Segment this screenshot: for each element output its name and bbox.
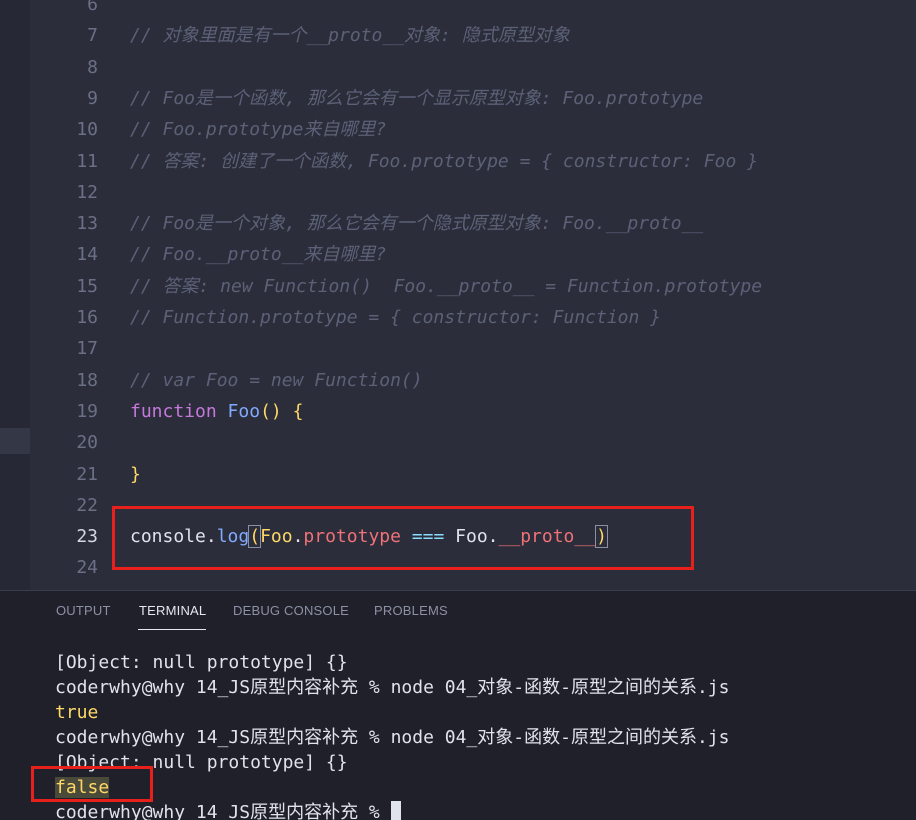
code-line[interactable]: 7 // 对象里面是有一个__proto__对象: 隐式原型对象 bbox=[30, 20, 916, 51]
code-token: // Foo是一个函数, 那么它会有一个显示原型对象: Foo.prototyp… bbox=[130, 87, 704, 109]
line-code: // Foo.__proto__来自哪里? bbox=[130, 239, 386, 270]
code-line[interactable]: 8 bbox=[30, 52, 916, 83]
code-token: // Foo.prototype来自哪里? bbox=[130, 119, 387, 141]
terminal-line-result: true bbox=[55, 702, 99, 723]
tab-problems[interactable]: PROBLEMS bbox=[374, 603, 448, 618]
code-line[interactable]: 21} bbox=[30, 459, 916, 490]
code-token: // 答案: new Function() Foo.__proto__ = Fu… bbox=[130, 275, 763, 297]
line-number: 18 bbox=[76, 369, 98, 391]
line-number: 20 bbox=[76, 432, 98, 454]
code-token: () { bbox=[260, 400, 304, 422]
tab-terminal[interactable]: TERMINAL bbox=[139, 603, 206, 618]
code-line[interactable]: 9 // Foo是一个函数, 那么它会有一个显示原型对象: Foo.prototy… bbox=[30, 83, 916, 114]
line-number: 23 bbox=[76, 526, 98, 548]
terminal-line: coderwhy@why 14_JS原型内容补充 % node 04_对象-函数… bbox=[55, 727, 730, 748]
code-line[interactable]: 18 // var Foo = new Function() bbox=[30, 365, 916, 396]
line-code: // Function.prototype = { constructor: F… bbox=[130, 302, 661, 333]
code-line[interactable]: 6 bbox=[30, 0, 916, 20]
code-line[interactable]: 11 // 答案: 创建了一个函数, Foo.prototype = { cons… bbox=[30, 146, 916, 177]
line-number: 16 bbox=[76, 307, 98, 328]
line-number: 7 bbox=[87, 25, 98, 47]
line-code: // Foo是一个函数, 那么它会有一个显示原型对象: Foo.prototyp… bbox=[130, 83, 703, 114]
code-line[interactable]: 10 // Foo.prototype来自哪里? bbox=[30, 114, 916, 145]
line-code: // 答案: 创建了一个函数, Foo.prototype = { constr… bbox=[130, 146, 758, 177]
code-token: } bbox=[130, 463, 141, 485]
ide-window: 6 7 // 对象里面是有一个__proto__对象: 隐式原型对象 8 9 // Foo… bbox=[0, 0, 916, 820]
terminal-annotation-box bbox=[31, 766, 153, 802]
line-code: } bbox=[130, 459, 141, 490]
line-number: 17 bbox=[76, 338, 98, 360]
line-number: 14 bbox=[76, 244, 98, 266]
code-line[interactable]: 14 // Foo.__proto__来自哪里? bbox=[30, 239, 916, 270]
code-token: // Foo是一个对象, 那么它会有一个隐式原型对象: Foo.__proto_… bbox=[130, 213, 704, 235]
line-number: 13 bbox=[76, 213, 98, 235]
line-number: 9 bbox=[87, 87, 98, 109]
activity-strip bbox=[0, 0, 30, 590]
tab-output[interactable]: OUTPUT bbox=[56, 603, 111, 618]
tab-debug-console[interactable]: DEBUG CONSOLE bbox=[233, 603, 349, 618]
line-number: 10 bbox=[76, 119, 98, 141]
line-number: 21 bbox=[76, 463, 98, 485]
terminal-prompt[interactable]: coderwhy@why 14_JS原型内容补充 % bbox=[55, 800, 401, 820]
line-number: 8 bbox=[87, 56, 98, 78]
line-number: 12 bbox=[76, 181, 98, 203]
active-tab-indicator bbox=[138, 629, 206, 630]
code-token: // var Foo = new Function() bbox=[130, 369, 423, 391]
code-line[interactable]: 20 bbox=[30, 427, 916, 458]
code-line[interactable]: 19 function Foo() { bbox=[30, 396, 916, 427]
line-number: 19 bbox=[76, 400, 98, 422]
code-annotation-box bbox=[112, 506, 694, 570]
code-editor[interactable]: 6 7 // 对象里面是有一个__proto__对象: 隐式原型对象 8 9 // Foo… bbox=[30, 0, 916, 590]
code-line[interactable]: 13 // Foo是一个对象, 那么它会有一个隐式原型对象: Foo.__prot… bbox=[30, 208, 916, 239]
line-code: // Foo是一个对象, 那么它会有一个隐式原型对象: Foo.__proto_… bbox=[130, 208, 703, 239]
code-line[interactable]: 15 // 答案: new Function() Foo.__proto__ = … bbox=[30, 271, 916, 302]
line-code: // Foo.prototype来自哪里? bbox=[130, 114, 386, 145]
line-number: 24 bbox=[76, 557, 98, 579]
line-number: 15 bbox=[76, 275, 98, 297]
line-code: // 对象里面是有一个__proto__对象: 隐式原型对象 bbox=[130, 20, 570, 51]
line-number: 11 bbox=[76, 150, 98, 172]
code-token: // Foo.__proto__来自哪里? bbox=[130, 244, 387, 266]
code-token: // Function.prototype = { constructor: F… bbox=[130, 307, 662, 328]
code-token: // 答案: 创建了一个函数, Foo.prototype = { constr… bbox=[130, 150, 758, 172]
prompt-text: coderwhy@why 14_JS原型内容补充 % bbox=[55, 802, 391, 820]
line-code: // var Foo = new Function() bbox=[130, 365, 423, 396]
code-token: function bbox=[130, 400, 217, 422]
code-token: Foo bbox=[227, 400, 261, 422]
terminal-line: [Object: null prototype] {} bbox=[55, 652, 348, 673]
activity-marker[interactable] bbox=[0, 428, 30, 454]
terminal-line: coderwhy@why 14_JS原型内容补充 % node 04_对象-函数… bbox=[55, 677, 730, 698]
code-token: // 对象里面是有一个__proto__对象: 隐式原型对象 bbox=[130, 25, 570, 47]
line-number: 22 bbox=[76, 494, 98, 516]
code-line[interactable]: 17 bbox=[30, 333, 916, 364]
line-code: function Foo() { bbox=[130, 396, 303, 427]
code-line[interactable]: 16 // Function.prototype = { constructor:… bbox=[30, 302, 916, 333]
line-number: 6 bbox=[87, 0, 98, 15]
panel-tabs: OUTPUT TERMINAL DEBUG CONSOLE PROBLEMS bbox=[0, 591, 916, 633]
code-line[interactable]: 12 bbox=[30, 177, 916, 208]
terminal-cursor bbox=[390, 801, 401, 820]
line-code: // 答案: new Function() Foo.__proto__ = Fu… bbox=[130, 271, 762, 302]
